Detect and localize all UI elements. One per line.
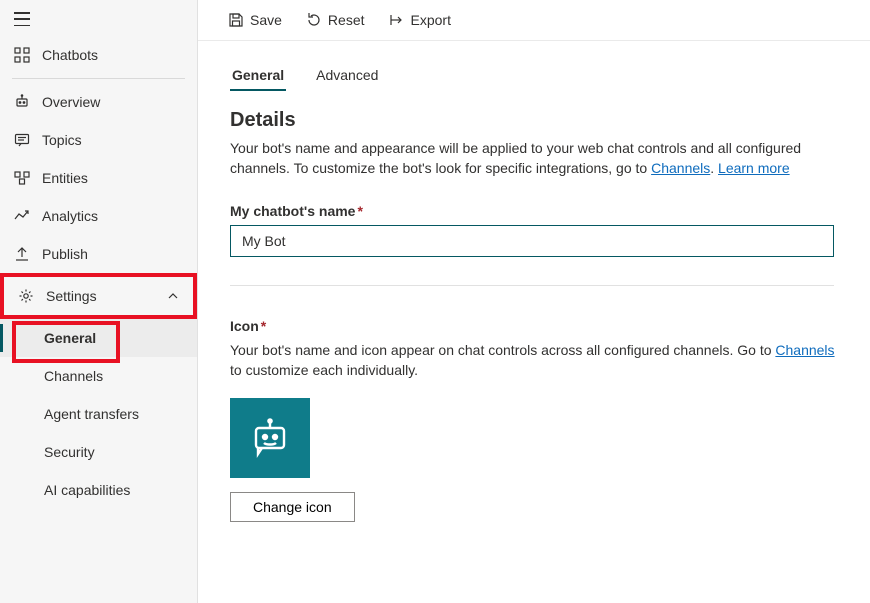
publish-icon: [14, 246, 30, 262]
button-label: Save: [250, 12, 282, 28]
sidebar-label: Chatbots: [42, 47, 183, 63]
label-text: My chatbot's name: [230, 203, 355, 219]
sidebar-item-settings[interactable]: Settings: [0, 273, 197, 319]
sidebar-sublabel: Security: [44, 444, 95, 460]
name-field-label: My chatbot's name*: [230, 203, 838, 219]
sidebar-subitem-security[interactable]: Security: [0, 433, 197, 471]
content-area: General Advanced Details Your bot's name…: [198, 41, 870, 603]
required-indicator: *: [357, 203, 362, 219]
label-text: Icon: [230, 318, 259, 334]
button-label: Change icon: [253, 499, 332, 515]
entities-icon: [14, 170, 30, 186]
sidebar-item-overview[interactable]: Overview: [0, 83, 197, 121]
button-label: Export: [411, 12, 451, 28]
sidebar-subitem-ai-capabilities[interactable]: AI capabilities: [0, 471, 197, 509]
sidebar-label: Analytics: [42, 208, 183, 224]
button-label: Reset: [328, 12, 365, 28]
section-divider: [230, 285, 834, 286]
channels-link-2[interactable]: Channels: [775, 342, 834, 358]
hamburger-menu[interactable]: [14, 12, 30, 26]
sidebar-sublabel: AI capabilities: [44, 482, 130, 498]
sidebar-subitem-general[interactable]: General: [0, 319, 197, 357]
sidebar-item-entities[interactable]: Entities: [0, 159, 197, 197]
sidebar-label: Settings: [46, 288, 155, 304]
reset-button[interactable]: Reset: [296, 8, 375, 32]
apps-icon: [14, 47, 30, 63]
sidebar-label: Overview: [42, 94, 183, 110]
toolbar: Save Reset Export: [198, 0, 870, 41]
sidebar-item-publish[interactable]: Publish: [0, 235, 197, 273]
export-button[interactable]: Export: [379, 8, 461, 32]
main: Save Reset Export: [198, 0, 870, 603]
reset-icon: [306, 12, 322, 28]
sidebar-item-topics[interactable]: Topics: [0, 121, 197, 159]
channels-link[interactable]: Channels: [651, 160, 710, 176]
tab-general[interactable]: General: [230, 61, 286, 91]
change-icon-button[interactable]: Change icon: [230, 492, 355, 522]
sidebar-sublabel: Agent transfers: [44, 406, 139, 422]
sidebar-label: Entities: [42, 170, 183, 186]
chat-icon: [14, 132, 30, 148]
sidebar-item-analytics[interactable]: Analytics: [0, 197, 197, 235]
sidebar-sublabel: General: [44, 330, 96, 346]
details-heading: Details: [230, 109, 838, 132]
icon-field-label: Icon*: [230, 318, 838, 334]
tabs: General Advanced: [230, 61, 838, 91]
tab-label: Advanced: [316, 67, 378, 83]
sidebar-sublabel: Channels: [44, 368, 103, 384]
chatbot-name-input[interactable]: [230, 225, 834, 257]
export-icon: [389, 12, 405, 28]
details-description: Your bot's name and appearance will be a…: [230, 138, 838, 179]
bot-icon: [14, 94, 30, 110]
divider: [12, 78, 185, 79]
required-indicator: *: [261, 318, 266, 334]
save-icon: [228, 12, 244, 28]
bot-icon-preview: [230, 398, 310, 478]
sidebar: Chatbots Overview Topics: [0, 0, 198, 603]
analytics-icon: [14, 208, 30, 224]
sidebar-label: Topics: [42, 132, 183, 148]
sidebar-item-chatbots[interactable]: Chatbots: [0, 36, 197, 74]
save-button[interactable]: Save: [218, 8, 292, 32]
learn-more-link[interactable]: Learn more: [718, 160, 790, 176]
desc-text: to customize each individually.: [230, 362, 418, 378]
icon-description: Your bot's name and icon appear on chat …: [230, 340, 838, 381]
sidebar-subitem-channels[interactable]: Channels: [0, 357, 197, 395]
desc-sep: .: [710, 160, 718, 176]
tab-advanced[interactable]: Advanced: [314, 61, 380, 91]
tab-label: General: [232, 67, 284, 83]
sidebar-label: Publish: [42, 246, 183, 262]
desc-text: Your bot's name and icon appear on chat …: [230, 342, 775, 358]
chevron-up-icon: [167, 290, 179, 302]
sidebar-subitem-agent-transfers[interactable]: Agent transfers: [0, 395, 197, 433]
gear-icon: [18, 288, 34, 304]
